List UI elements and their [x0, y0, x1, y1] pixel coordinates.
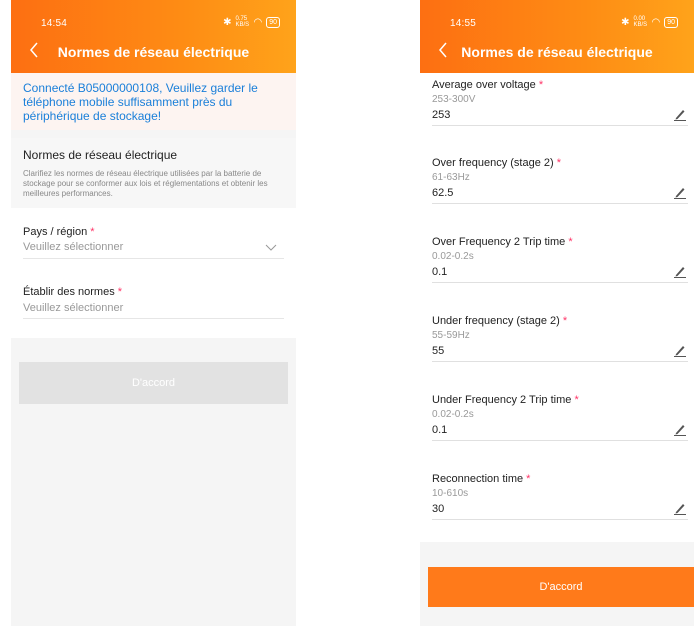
parameter-row: Reconnection time * 10-610s 30: [420, 473, 694, 539]
edit-pencil-icon[interactable]: [674, 343, 686, 357]
section-description: Clarifiez les normes de réseau électriqu…: [23, 169, 268, 198]
norms-label: Établir des normes *: [23, 286, 123, 298]
divider: [432, 282, 688, 283]
left-screen: 14:54 ✱ 0.75 KB/S ◠ 90 Normes de réseau …: [11, 0, 296, 626]
divider: [432, 440, 688, 441]
parameter-row: Under frequency (stage 2) * 55-59Hz 55: [420, 315, 694, 381]
parameter-value-input[interactable]: 253: [432, 109, 450, 121]
parameter-range: 61-63Hz: [432, 172, 470, 183]
right-screen: 14:55 ✱ 0.00 KB/S ◠ 90 Normes de réseau …: [420, 0, 694, 626]
page-title: Normes de réseau électrique: [57, 44, 250, 60]
country-label: Pays / région *: [23, 226, 95, 238]
status-icons: ✱ 0.00 KB/S ◠ 90: [621, 16, 678, 28]
parameter-row: Average over voltage * 253-300V 253: [420, 79, 694, 145]
parameter-range: 0.02-0.2s: [432, 409, 474, 420]
network-speed: 0.75 KB/S: [235, 16, 250, 28]
edit-pencil-icon[interactable]: [674, 264, 686, 278]
divider: [432, 203, 688, 204]
bluetooth-icon: ✱: [621, 16, 630, 28]
parameter-row: Over frequency (stage 2) * 61-63Hz 62.5: [420, 157, 694, 223]
confirm-button-disabled[interactable]: D'accord: [19, 362, 288, 404]
header: 14:54 ✱ 0.75 KB/S ◠ 90 Normes de réseau …: [11, 0, 296, 73]
parameter-range: 0.02-0.2s: [432, 251, 474, 262]
status-time: 14:54: [41, 18, 68, 29]
header: 14:55 ✱ 0.00 KB/S ◠ 90 Normes de réseau …: [420, 0, 694, 73]
divider: [432, 361, 688, 362]
parameter-range: 10-610s: [432, 488, 469, 499]
edit-pencil-icon[interactable]: [674, 107, 686, 121]
wifi-icon: ◠: [253, 16, 263, 28]
battery-icon: 90: [664, 16, 678, 28]
parameter-label: Under frequency (stage 2) *: [432, 315, 568, 327]
parameter-label: Over frequency (stage 2) *: [432, 157, 562, 169]
parameter-value-input[interactable]: 55: [432, 345, 444, 357]
divider: [23, 318, 284, 319]
parameter-value-input[interactable]: 0.1: [432, 424, 447, 436]
parameter-value-input[interactable]: 0.1: [432, 266, 447, 278]
norms-select[interactable]: Veuillez sélectionner: [23, 302, 123, 314]
parameter-label: Reconnection time *: [432, 473, 531, 485]
parameter-label: Over Frequency 2 Trip time *: [432, 236, 573, 248]
parameter-row: Over Frequency 2 Trip time * 0.02-0.2s 0.1: [420, 236, 694, 302]
page-title: Normes de réseau électrique: [461, 44, 653, 60]
bluetooth-icon: ✱: [223, 16, 232, 28]
divider: [23, 258, 284, 259]
battery-icon: 90: [266, 16, 280, 28]
parameter-range: 55-59Hz: [432, 330, 470, 341]
divider: [432, 519, 688, 520]
edit-pencil-icon[interactable]: [674, 422, 686, 436]
network-speed: 0.00 KB/S: [633, 16, 648, 28]
chevron-down-icon[interactable]: [264, 242, 278, 252]
confirm-button[interactable]: D'accord: [428, 567, 694, 607]
edit-pencil-icon[interactable]: [674, 185, 686, 199]
divider: [432, 125, 688, 126]
status-time: 14:55: [450, 18, 477, 29]
parameter-label: Average over voltage *: [432, 79, 544, 91]
parameter-value-input[interactable]: 62.5: [432, 187, 453, 199]
country-select[interactable]: Veuillez sélectionner: [23, 241, 123, 253]
status-icons: ✱ 0.75 KB/S ◠ 90: [223, 16, 280, 28]
parameter-value-input[interactable]: 30: [432, 503, 444, 515]
wifi-icon: ◠: [651, 16, 661, 28]
divider: [11, 130, 296, 138]
parameter-range: 253-300V: [432, 94, 476, 105]
section-title: Normes de réseau électrique: [23, 148, 178, 162]
parameter-label: Under Frequency 2 Trip time *: [432, 394, 579, 406]
parameter-row: Under Frequency 2 Trip time * 0.02-0.2s 0.…: [420, 394, 694, 460]
connection-notice: Connecté B05000000108, Veuillez garder l…: [11, 73, 296, 130]
edit-pencil-icon[interactable]: [674, 501, 686, 515]
